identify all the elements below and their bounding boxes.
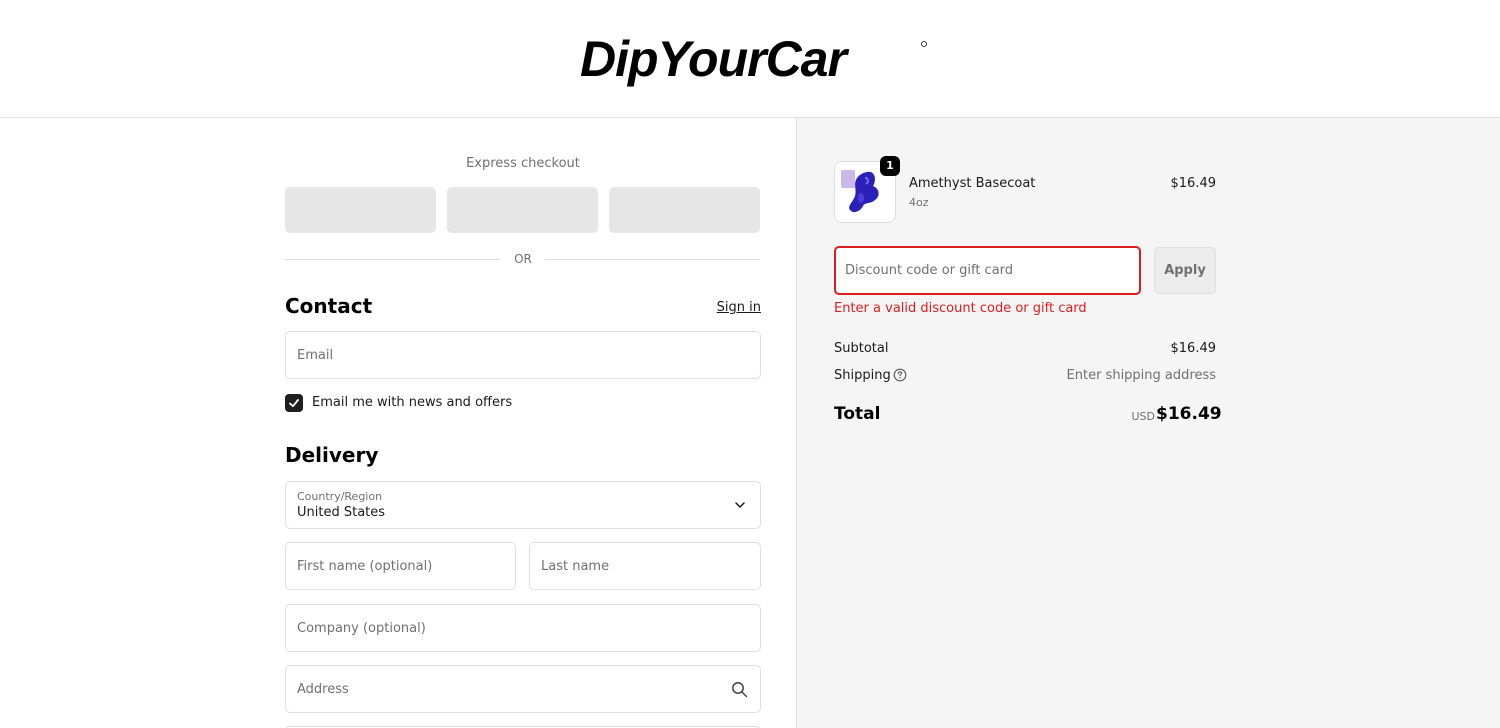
sign-in-link[interactable]: Sign in xyxy=(700,300,761,315)
product-name: Amethyst Basecoat xyxy=(909,176,1036,191)
shipping-label: Shipping xyxy=(834,368,891,383)
order-summary-panel xyxy=(797,118,1500,728)
dipyourcar-logo[interactable]: DipYourCar xyxy=(576,32,932,88)
company-placeholder: Company (optional) xyxy=(297,621,426,636)
email-placeholder: Email xyxy=(297,348,334,363)
product-variant: 4oz xyxy=(909,196,929,209)
svg-text:DipYourCar: DipYourCar xyxy=(580,32,849,87)
first-name-placeholder: First name (optional) xyxy=(297,559,433,574)
discount-error-message: Enter a valid discount code or gift card xyxy=(834,301,1087,316)
check-icon xyxy=(289,399,299,408)
apply-discount-button[interactable]: Apply xyxy=(1154,247,1216,294)
express-pay-button-1[interactable] xyxy=(285,187,436,233)
address-placeholder: Address xyxy=(297,682,349,697)
search-icon[interactable] xyxy=(731,681,748,698)
contact-heading: Contact xyxy=(285,294,373,318)
country-label: Country/Region xyxy=(297,490,383,503)
delivery-heading: Delivery xyxy=(285,443,379,467)
address-field[interactable]: Address xyxy=(285,665,761,713)
country-value: United States xyxy=(297,505,386,520)
first-name-field[interactable]: First name (optional) xyxy=(285,542,516,590)
page-header: DipYourCar xyxy=(0,0,1500,118)
help-circle-icon[interactable] xyxy=(893,368,907,382)
product-price: $16.49 xyxy=(1170,176,1217,191)
email-field[interactable]: Email xyxy=(285,331,761,379)
last-name-placeholder: Last name xyxy=(541,559,610,574)
total-label: Total xyxy=(834,404,881,424)
currency-code: USD xyxy=(1131,410,1155,423)
country-select[interactable]: Country/Region United States xyxy=(285,481,761,529)
checkout-main: Express checkout OR Contact Sign in Emai… xyxy=(0,118,1500,728)
discount-placeholder: Discount code or gift card xyxy=(845,263,1014,278)
shipping-value: Enter shipping address xyxy=(1066,368,1216,383)
express-pay-button-3[interactable] xyxy=(609,187,760,233)
chevron-down-icon xyxy=(735,502,745,508)
subtotal-label: Subtotal xyxy=(834,341,889,356)
subtotal-value: $16.49 xyxy=(1170,341,1217,356)
express-checkout-title: Express checkout xyxy=(466,156,580,171)
quantity-badge: 1 xyxy=(880,156,900,176)
last-name-field[interactable]: Last name xyxy=(529,542,761,590)
checkout-form-panel: Express checkout OR Contact Sign in Emai… xyxy=(0,118,797,728)
or-label: OR xyxy=(514,252,532,266)
newsletter-checkbox[interactable] xyxy=(285,394,303,412)
company-field[interactable]: Company (optional) xyxy=(285,604,761,652)
express-pay-button-2[interactable] xyxy=(447,187,598,233)
newsletter-label: Email me with news and offers xyxy=(312,395,513,410)
discount-code-input[interactable]: Discount code or gift card xyxy=(834,246,1141,295)
or-divider: OR xyxy=(285,250,761,268)
total-value: $16.49 xyxy=(1156,404,1222,424)
